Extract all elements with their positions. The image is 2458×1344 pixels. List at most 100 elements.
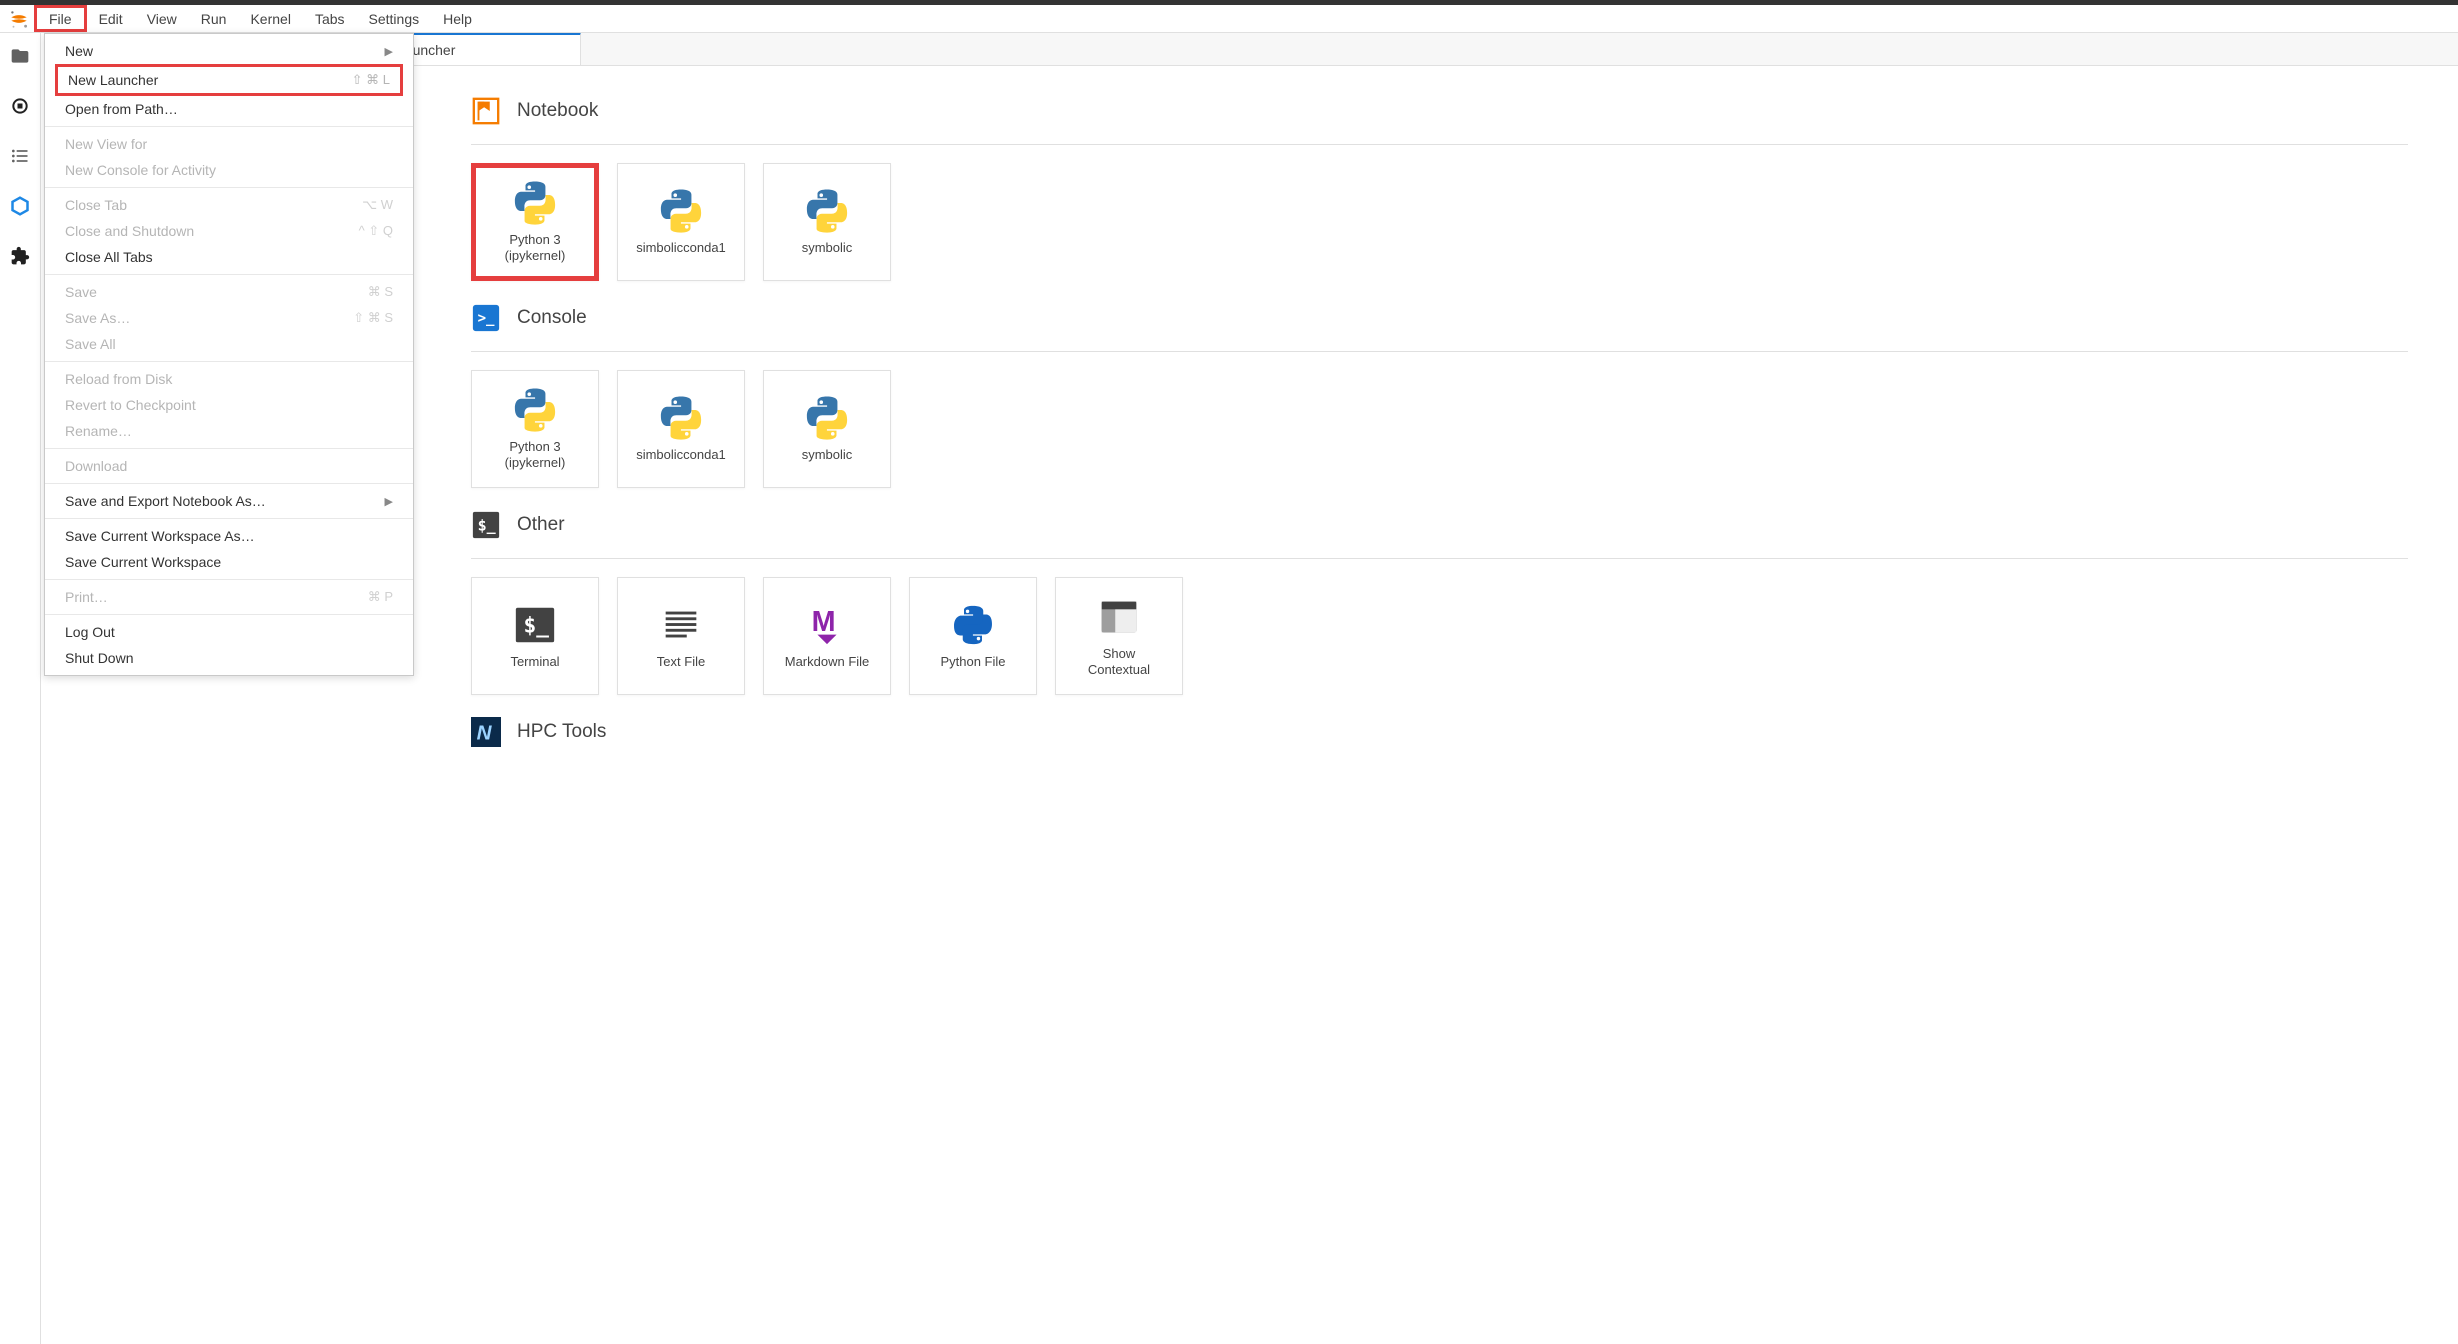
file-menu-shut-down[interactable]: Shut Down xyxy=(45,645,413,671)
menu-item-shortcut: ⌥ W xyxy=(362,197,393,213)
launcher-card-python-3[interactable]: Python 3 (ipykernel) xyxy=(471,370,599,488)
menu-separator xyxy=(45,518,413,519)
menu-item-label: Save Current Workspace As… xyxy=(65,528,255,544)
menu-item-shortcut: ⇧ ⌘ S xyxy=(353,310,393,326)
hpc-icon: N xyxy=(471,717,501,747)
svg-text:>_: >_ xyxy=(478,311,495,327)
menu-item-label: Save and Export Notebook As… xyxy=(65,493,266,509)
dock-panel: LauncherNotebookPython 3 (ipykernel)simb… xyxy=(381,33,2458,1344)
svg-text:M: M xyxy=(812,606,836,638)
menu-edit[interactable]: Edit xyxy=(87,5,135,32)
menu-run[interactable]: Run xyxy=(189,5,239,32)
menu-separator xyxy=(45,448,413,449)
other-icon: $_ xyxy=(471,510,501,540)
file-menu-save-all: Save All xyxy=(45,331,413,357)
menu-item-label: New Launcher xyxy=(68,72,158,88)
menu-item-label: New View for xyxy=(65,136,147,152)
terminal-icon: $_ xyxy=(512,602,558,648)
menu-view[interactable]: View xyxy=(135,5,189,32)
card-label: Python 3 (ipykernel) xyxy=(499,439,572,472)
toc-icon[interactable] xyxy=(9,145,31,167)
activity-bar xyxy=(0,33,41,1344)
menu-item-label: Print… xyxy=(65,589,108,605)
menu-kernel[interactable]: Kernel xyxy=(238,5,302,32)
launcher-card-markdown-file[interactable]: M Markdown File xyxy=(763,577,891,695)
card-label: simbolicconda1 xyxy=(630,240,732,256)
menu-item-label: Revert to Checkpoint xyxy=(65,397,196,413)
menu-item-label: Download xyxy=(65,458,127,474)
menu-item-label: Save xyxy=(65,284,97,300)
menu-separator xyxy=(45,579,413,580)
file-menu-log-out[interactable]: Log Out xyxy=(45,619,413,645)
file-menu-save-and-export-notebook-as[interactable]: Save and Export Notebook As… ▶ xyxy=(45,488,413,514)
launcher-card-symbolic[interactable]: symbolic xyxy=(763,163,891,281)
folder-icon[interactable] xyxy=(9,45,31,67)
card-label: symbolic xyxy=(796,447,859,463)
file-menu-new-console-for-activity: New Console for Activity xyxy=(45,157,413,183)
menu-settings[interactable]: Settings xyxy=(357,5,432,32)
file-menu-new[interactable]: New▶ xyxy=(45,38,413,64)
card-label: Text File xyxy=(651,654,711,670)
menu-item-shortcut: ^ ⇧ Q xyxy=(359,223,393,239)
launcher-body[interactable]: NotebookPython 3 (ipykernel)simboliccond… xyxy=(381,66,2458,1344)
file-menu-reload-from-disk: Reload from Disk xyxy=(45,366,413,392)
launcher-section-notebook: Notebook Python 3 (ipykernel) simboliccond… xyxy=(471,96,2408,281)
menu-separator xyxy=(45,483,413,484)
file-menu-rename: Rename… xyxy=(45,418,413,444)
file-menu-save-current-workspace-as[interactable]: Save Current Workspace As… xyxy=(45,523,413,549)
menu-help[interactable]: Help xyxy=(431,5,484,32)
card-label: Terminal xyxy=(504,654,565,670)
launcher-card-simbolicconda1[interactable]: simbolicconda1 xyxy=(617,370,745,488)
launcher-card-terminal[interactable]: $_ Terminal xyxy=(471,577,599,695)
menu-item-shortcut: ⌘ P xyxy=(368,589,393,605)
python-icon xyxy=(658,188,704,234)
contextual-icon xyxy=(1096,594,1142,640)
submenu-arrow-icon: ▶ xyxy=(385,495,393,508)
section-header: >_ Console xyxy=(471,303,2408,333)
card-label: Markdown File xyxy=(779,654,876,670)
launcher-card-python-3[interactable]: Python 3 (ipykernel) xyxy=(471,163,599,281)
file-menu-close-and-shutdown: Close and Shutdown ^ ⇧ Q xyxy=(45,218,413,244)
hex-icon[interactable] xyxy=(9,195,31,217)
menu-item-label: Log Out xyxy=(65,624,115,640)
menu-item-label: Rename… xyxy=(65,423,132,439)
svg-text:$_: $_ xyxy=(524,613,550,638)
python-icon xyxy=(804,395,850,441)
jupyter-logo xyxy=(4,5,34,32)
pyfile-icon xyxy=(950,602,996,648)
menu-file[interactable]: File xyxy=(34,5,87,32)
section-divider xyxy=(471,351,2408,352)
menu-item-label: Close and Shutdown xyxy=(65,223,194,239)
submenu-arrow-icon: ▶ xyxy=(385,45,393,58)
puzzle-icon[interactable] xyxy=(9,245,31,267)
section-header: Notebook xyxy=(471,96,2408,126)
file-menu-open-from-path[interactable]: Open from Path… xyxy=(45,96,413,122)
menu-separator xyxy=(45,274,413,275)
launcher-card-simbolicconda1[interactable]: simbolicconda1 xyxy=(617,163,745,281)
launcher-section-hpc-tools: NHPC Tools xyxy=(471,717,2408,747)
file-menu-new-launcher[interactable]: New Launcher ⇧ ⌘ L xyxy=(58,67,400,93)
launcher-card-symbolic[interactable]: symbolic xyxy=(763,370,891,488)
menu-tabs[interactable]: Tabs xyxy=(303,5,357,32)
menu-item-label: Save Current Workspace xyxy=(65,554,221,570)
launcher-section-other: $_Other$_TerminalText FileMMarkdown File… xyxy=(471,510,2408,695)
file-menu-download: Download xyxy=(45,453,413,479)
file-menu-new-view-for: New View for xyxy=(45,131,413,157)
file-menu-save-current-workspace[interactable]: Save Current Workspace xyxy=(45,549,413,575)
markdown-icon: M xyxy=(804,602,850,648)
menu-item-shortcut: ⇧ ⌘ L xyxy=(352,72,390,88)
menu-item-label: New Console for Activity xyxy=(65,162,216,178)
running-icon[interactable] xyxy=(9,95,31,117)
launcher-card-text-file[interactable]: Text File xyxy=(617,577,745,695)
card-label: Python File xyxy=(934,654,1011,670)
tab-bar: Launcher xyxy=(381,33,2458,66)
menu-item-label: Save As… xyxy=(65,310,130,326)
section-title: Console xyxy=(517,307,587,329)
menu-item-label: Close All Tabs xyxy=(65,249,153,265)
svg-text:$_: $_ xyxy=(478,517,497,535)
file-menu-close-all-tabs[interactable]: Close All Tabs xyxy=(45,244,413,270)
launcher-card-show[interactable]: Show Contextual xyxy=(1055,577,1183,695)
menu-bar: FileEditViewRunKernelTabsSettingsHelp xyxy=(0,5,2458,33)
launcher-card-python-file[interactable]: Python File xyxy=(909,577,1037,695)
python-icon xyxy=(658,395,704,441)
